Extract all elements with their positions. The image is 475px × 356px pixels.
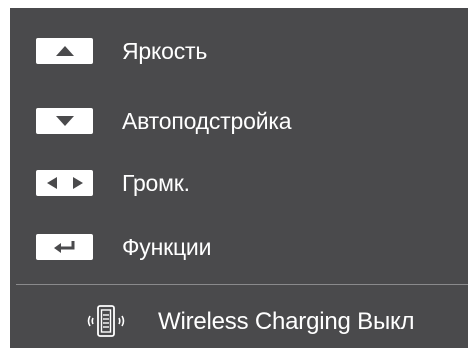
menu-item-functions[interactable]: Функции (10, 230, 468, 264)
menu-item-label: Яркость (122, 38, 208, 64)
left-right-button[interactable] (36, 170, 93, 196)
up-button[interactable] (36, 38, 93, 64)
wireless-charging-phone-icon (87, 305, 125, 337)
menu-item-volume[interactable]: Громк. (10, 166, 468, 200)
up-arrow-icon (55, 46, 74, 56)
down-button[interactable] (36, 108, 93, 134)
menu-item-label: Автоподстройка (122, 108, 292, 134)
menu-item-auto-adjust[interactable]: Автоподстройка (10, 104, 468, 138)
enter-return-icon (53, 241, 74, 253)
enter-button[interactable] (36, 234, 93, 260)
menu-item-brightness[interactable]: Яркость (10, 34, 468, 68)
divider (16, 284, 468, 285)
menu-item-label: Функции (122, 234, 212, 260)
wireless-charging-status: Wireless Charging Выкл (158, 308, 415, 335)
menu-item-label: Громк. (122, 170, 190, 196)
osd-menu-panel: Яркость Автоподстройка Громк. Функции Wi… (10, 8, 468, 348)
down-arrow-icon (55, 116, 74, 126)
left-right-arrows-icon (46, 177, 83, 189)
